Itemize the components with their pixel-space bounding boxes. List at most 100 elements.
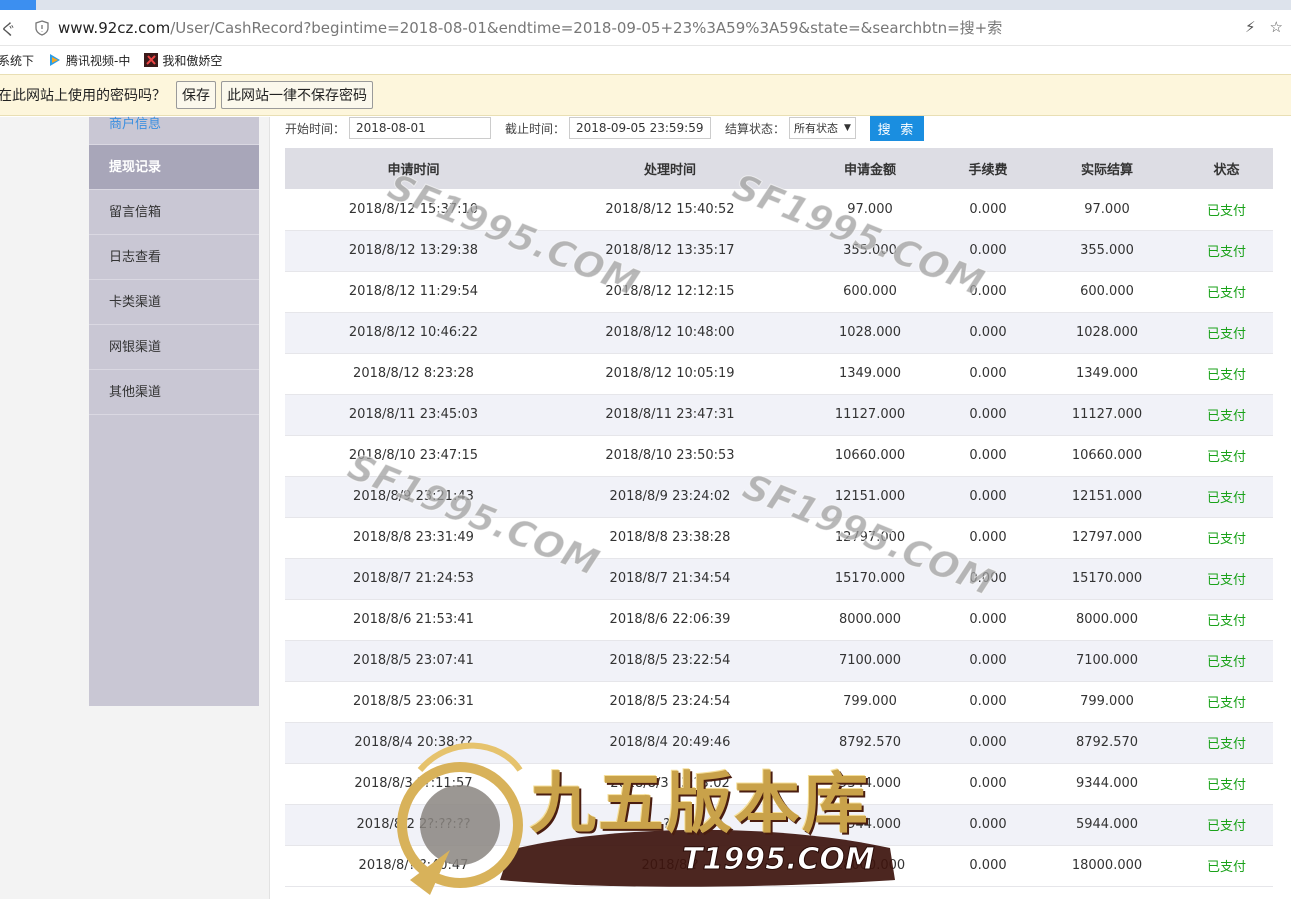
cell-status: 已支付 <box>1180 312 1273 354</box>
bookmark-label: 腾讯视频-中 <box>66 53 131 68</box>
sidebar-item-label: 留言信箱 <box>109 205 162 220</box>
sidebar-item-message-box[interactable]: 留言信箱 <box>89 190 259 235</box>
cell-process-time: 2018/8/12 10:48:00 <box>542 312 798 354</box>
table-row: 2018/8/6 21:53:41 2018/8/6 22:06:39 8000.0… <box>285 599 1273 641</box>
cell-status: 已支付 <box>1180 353 1273 395</box>
cell-apply-amount: 18000.000 <box>798 845 942 887</box>
cell-fee: 0.000 <box>942 681 1034 723</box>
bookmark-label: 系统下 <box>0 53 35 68</box>
cell-actual-settlement: 97.000 <box>1034 189 1180 231</box>
header-process-time: 处理时间 <box>542 148 798 189</box>
table-row: 2018/8/12 13:29:38 2018/8/12 13:35:17 355.… <box>285 230 1273 272</box>
cell-fee: 0.000 <box>942 230 1034 272</box>
cell-apply-time: 2018/8/4 20:38:?? <box>285 722 542 764</box>
bookmark-item[interactable]: 我和傲娇空 <box>144 52 222 69</box>
cell-status: 已支付 <box>1180 599 1273 641</box>
sidebar-item-withdraw-records[interactable]: 提现记录 <box>89 145 259 190</box>
cell-fee: 0.000 <box>942 599 1034 641</box>
cell-fee: 0.000 <box>942 394 1034 436</box>
cell-apply-time: 2018/8/8 23:31:49 <box>285 517 542 559</box>
table-row: 2018/8/8 23:31:49 2018/8/8 23:38:28 12797.… <box>285 517 1273 559</box>
never-save-password-button[interactable]: 此网站一律不保存密码 <box>221 81 373 109</box>
cell-apply-amount: 355.000 <box>798 230 942 272</box>
cell-apply-time: 2018/8/2 2?:??:?? <box>285 804 542 846</box>
cell-actual-settlement: 15170.000 <box>1034 558 1180 600</box>
cell-apply-time: 2018/8/6 21:53:41 <box>285 599 542 641</box>
cell-apply-amount: 97.000 <box>798 189 942 231</box>
shield-icon[interactable] <box>34 19 50 36</box>
cell-status: 已支付 <box>1180 845 1273 887</box>
cell-actual-settlement: 18000.000 <box>1034 845 1180 887</box>
sidebar-item-card-channel[interactable]: 卡类渠道 <box>89 280 259 325</box>
lightning-icon[interactable]: ⚡ <box>1245 18 1256 36</box>
cash-record-table: 申请时间 处理时间 申请金额 手续费 实际结算 状态 2018/8/12 15:… <box>285 148 1273 887</box>
cell-fee: 0.000 <box>942 476 1034 518</box>
header-apply-time: 申请时间 <box>285 148 542 189</box>
game-site-icon <box>144 53 159 67</box>
sidebar-item-label: 提现记录 <box>109 160 162 175</box>
table-row: 2018/8/2 2?:??:???? 5944.000 0.000 5944.000… <box>285 804 1273 846</box>
start-time-input[interactable] <box>349 117 492 139</box>
bookmark-item[interactable]: 系统下 <box>0 52 34 69</box>
sidebar-item-log-view[interactable]: 日志查看 <box>89 235 259 280</box>
cell-fee: 0.000 <box>942 640 1034 682</box>
cell-actual-settlement: 1349.000 <box>1034 353 1180 395</box>
header-apply-amount: 申请金额 <box>798 148 942 189</box>
filter-row: 开始时间： 截止时间： 结算状态： 所有状态 ▼ 搜 索 <box>285 115 924 141</box>
cell-process-time: 2018/8/4 20:49:46 <box>542 722 798 764</box>
cell-actual-settlement: 10660.000 <box>1034 435 1180 477</box>
table-row: 2018/8/9 23:21:43 2018/8/9 23:24:02 12151.… <box>285 476 1273 518</box>
cell-status: 已支付 <box>1180 394 1273 436</box>
save-password-button[interactable]: 保存 <box>176 81 216 109</box>
cell-fee: 0.000 <box>942 435 1034 477</box>
table-row: 2018/8/7 21:24:53 2018/8/7 21:34:54 15170.… <box>285 558 1273 600</box>
start-time-label: 开始时间： <box>285 121 346 136</box>
cell-apply-time: 2018/8/12 13:29:38 <box>285 230 542 272</box>
url-field[interactable]: www.92cz.com/User/CashRecord?begintime=2… <box>58 17 1002 38</box>
table-row: 2018/8/5 23:06:31 2018/8/5 23:24:54 799.00… <box>285 681 1273 723</box>
cell-status: 已支付 <box>1180 722 1273 764</box>
star-icon[interactable]: ☆ <box>1270 18 1283 36</box>
tencent-video-icon <box>50 54 61 66</box>
cell-apply-time: 2018/8/5 23:06:31 <box>285 681 542 723</box>
reload-icon[interactable]: ぐ <box>0 16 18 40</box>
cell-fee: 0.000 <box>942 189 1034 231</box>
end-time-input[interactable] <box>569 117 712 139</box>
search-button[interactable]: 搜 索 <box>869 115 924 141</box>
cell-apply-amount: 600.000 <box>798 271 942 313</box>
address-bar: ぐ www.92cz.com/User/CashRecord?begintime… <box>0 10 1291 46</box>
cell-actual-settlement: 799.000 <box>1034 681 1180 723</box>
cell-process-time: 2018/8/12 13:35:17 <box>542 230 798 272</box>
cell-process-time: 2018/8/5 23:24:54 <box>542 681 798 723</box>
cell-process-time: 2018/8/6 22:06:39 <box>542 599 798 641</box>
cell-apply-time: 2018/8/10 23:47:15 <box>285 435 542 477</box>
sidebar-item-merchant-info[interactable]: 商户信息 <box>89 117 259 145</box>
settle-state-label: 结算状态： <box>725 121 786 136</box>
header-actual-settlement: 实际结算 <box>1034 148 1180 189</box>
cell-apply-amount: 799.000 <box>798 681 942 723</box>
sidebar-item-label: 日志查看 <box>109 250 162 265</box>
sidebar-item-other-channel[interactable]: 其他渠道 <box>89 370 259 415</box>
bookmarks-bar: 系统下 腾讯视频-中 我和傲娇空 <box>0 46 1291 74</box>
cell-apply-time: 2018/8/12 10:46:22 <box>285 312 542 354</box>
cell-fee: 0.000 <box>942 558 1034 600</box>
cell-fee: 0.000 <box>942 804 1034 846</box>
sidebar-item-bank-channel[interactable]: 网银渠道 <box>89 325 259 370</box>
bookmark-item[interactable]: 腾讯视频-中 <box>48 52 130 69</box>
cell-status: 已支付 <box>1180 189 1273 231</box>
cell-apply-time: 2018/8/12 8:23:28 <box>285 353 542 395</box>
cell-apply-amount: 12151.000 <box>798 476 942 518</box>
active-tab[interactable] <box>0 0 36 10</box>
settle-state-select[interactable]: 所有状态 ▼ <box>789 117 856 139</box>
cell-apply-time: 2018/8/12 15:37:10 <box>285 189 542 231</box>
cell-apply-time: 2018/8/9 23:21:43 <box>285 476 542 518</box>
settle-state-value: 所有状态 <box>794 122 839 135</box>
cell-process-time: 2018/8/11 23:47:31 <box>542 394 798 436</box>
cell-apply-amount: 11127.000 <box>798 394 942 436</box>
sidebar-item-label: 卡类渠道 <box>109 295 162 310</box>
cell-apply-amount: 15170.000 <box>798 558 942 600</box>
table-row: 2018/8/3 ??:11:57 2018/8/3 23:?3:02 9344.0… <box>285 763 1273 805</box>
table-body: 2018/8/12 15:37:10 2018/8/12 15:40:52 97.0… <box>285 189 1273 887</box>
cell-fee: 0.000 <box>942 271 1034 313</box>
sidebar-item-label: 网银渠道 <box>109 340 162 355</box>
